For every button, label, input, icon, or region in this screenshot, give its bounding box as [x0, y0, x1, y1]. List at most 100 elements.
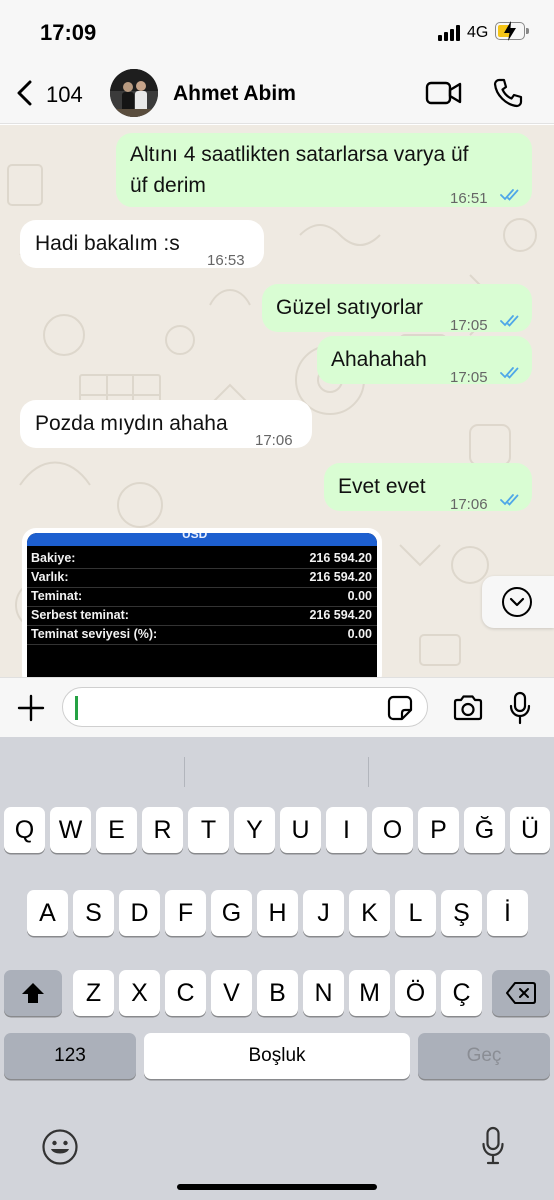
home-indicator	[177, 1184, 377, 1190]
numbers-key[interactable]: 123	[4, 1033, 136, 1079]
contact-name[interactable]: Ahmet Abim	[173, 82, 296, 106]
chat-area[interactable]: Altını 4 saatlikten satarlarsa varya üf …	[0, 125, 554, 677]
scroll-to-bottom-button[interactable]	[482, 576, 554, 628]
message-text: Evet evet	[338, 475, 426, 498]
back-chevron-icon[interactable]	[14, 80, 36, 106]
key-a[interactable]: A	[27, 890, 68, 936]
read-receipt-icon	[500, 315, 519, 327]
account-value: 216 594.20	[309, 570, 372, 584]
key-z[interactable]: Z	[73, 970, 114, 1016]
key-s[interactable]: S	[73, 890, 114, 936]
key-j[interactable]: J	[303, 890, 344, 936]
back-unread-count[interactable]: 104	[46, 82, 83, 108]
key-x[interactable]: X	[119, 970, 160, 1016]
key-i[interactable]: I	[326, 807, 367, 853]
key-w[interactable]: W	[50, 807, 91, 853]
key-s-cedilla[interactable]: Ş	[441, 890, 482, 936]
emoji-icon[interactable]	[41, 1128, 79, 1166]
account-value: 0.00	[347, 589, 372, 603]
key-v[interactable]: V	[211, 970, 252, 1016]
battery-tip	[526, 28, 529, 34]
key-l[interactable]: L	[395, 890, 436, 936]
key-q[interactable]: Q	[4, 807, 45, 853]
message-time: 17:06	[255, 432, 293, 449]
status-time: 17:09	[40, 20, 97, 45]
account-label: Varlık:	[31, 570, 69, 584]
avatar-photo	[110, 69, 158, 117]
cellular-signal-icon	[438, 25, 462, 41]
account-value: 216 594.20	[309, 608, 372, 622]
key-d[interactable]: D	[119, 890, 160, 936]
shared-screenshot-image[interactable]: USD Bakiye: 216 594.20 Varlık: 216 594.2…	[27, 533, 377, 677]
account-value: 0.00	[347, 627, 372, 641]
key-o-umlaut[interactable]: Ö	[395, 970, 436, 1016]
message-text: Pozda mıydın ahaha	[35, 412, 228, 435]
key-c[interactable]: C	[165, 970, 206, 1016]
key-u[interactable]: U	[280, 807, 321, 853]
account-value: 216 594.20	[309, 551, 372, 565]
message-input-bar	[0, 677, 554, 737]
message-bubble-incoming[interactable]: Hadi bakalım :s 16:53	[20, 220, 264, 269]
text-cursor	[75, 696, 78, 720]
read-receipt-icon	[500, 189, 519, 201]
video-call-icon[interactable]	[425, 80, 463, 106]
key-b[interactable]: B	[257, 970, 298, 1016]
account-label: Teminat seviyesi (%):	[31, 627, 158, 641]
message-time: 16:53	[207, 252, 245, 269]
key-t[interactable]: T	[188, 807, 229, 853]
charging-bolt-icon	[504, 21, 516, 41]
read-receipt-icon	[500, 494, 519, 506]
key-h[interactable]: H	[257, 890, 298, 936]
account-row: Varlık: 216 594.20	[27, 568, 377, 587]
image-header-text: USD	[182, 533, 208, 541]
key-c-cedilla[interactable]: Ç	[441, 970, 482, 1016]
account-label: Bakiye:	[31, 551, 76, 565]
key-g-breve[interactable]: Ğ	[464, 807, 505, 853]
account-row: Serbest teminat: 216 594.20	[27, 606, 377, 625]
row-divider	[27, 644, 377, 645]
key-e[interactable]: E	[96, 807, 137, 853]
message-text: üf derim	[130, 174, 206, 197]
contact-avatar[interactable]	[110, 69, 158, 117]
message-bubble-outgoing[interactable]: Güzel satıyorlar 17:05	[262, 284, 532, 334]
message-bubble-outgoing[interactable]: Ahahahah 17:05	[317, 336, 532, 386]
sticker-icon[interactable]	[387, 695, 413, 721]
message-input[interactable]	[62, 687, 428, 727]
image-message[interactable]: USD Bakiye: 216 594.20 Varlık: 216 594.2…	[22, 528, 382, 677]
backspace-key[interactable]	[492, 970, 550, 1016]
key-g[interactable]: G	[211, 890, 252, 936]
suggestion-divider	[184, 757, 185, 787]
keyboard: Q W E R T Y U I O P Ğ Ü A S D F G H J K …	[0, 737, 554, 1200]
message-bubble-outgoing[interactable]: Altını 4 saatlikten satarlarsa varya üf …	[116, 133, 532, 207]
key-f[interactable]: F	[165, 890, 206, 936]
key-y[interactable]: Y	[234, 807, 275, 853]
key-i-dotted[interactable]: İ	[487, 890, 528, 936]
message-text: Ahahahah	[331, 348, 427, 371]
return-key[interactable]: Geç	[418, 1033, 550, 1079]
key-r[interactable]: R	[142, 807, 183, 853]
read-receipt-icon	[500, 367, 519, 379]
image-header-strip: USD	[27, 533, 377, 546]
status-bar: 17:09 4G	[0, 0, 554, 62]
key-p[interactable]: P	[418, 807, 459, 853]
message-text: Altını 4 saatlikten satarlarsa varya üf	[130, 143, 469, 166]
key-k[interactable]: K	[349, 890, 390, 936]
key-u-umlaut[interactable]: Ü	[510, 807, 550, 853]
account-label: Teminat:	[31, 589, 83, 603]
account-row: Teminat: 0.00	[27, 587, 377, 606]
camera-icon[interactable]	[452, 694, 484, 722]
key-m[interactable]: M	[349, 970, 390, 1016]
message-bubble-incoming[interactable]: Pozda mıydın ahaha 17:06	[20, 400, 312, 449]
key-n[interactable]: N	[303, 970, 344, 1016]
key-o[interactable]: O	[372, 807, 413, 853]
account-row: Bakiye: 216 594.20	[27, 549, 377, 568]
mic-icon[interactable]	[508, 691, 532, 725]
phone-icon[interactable]	[492, 77, 524, 109]
message-bubble-outgoing[interactable]: Evet evet 17:06	[324, 463, 532, 513]
chevron-down-icon	[502, 587, 532, 617]
space-key[interactable]: Boşluk	[144, 1033, 410, 1079]
shift-key[interactable]	[4, 970, 62, 1016]
dictation-mic-icon[interactable]	[481, 1126, 505, 1166]
account-label: Serbest teminat:	[31, 608, 129, 622]
plus-icon[interactable]	[17, 694, 45, 722]
